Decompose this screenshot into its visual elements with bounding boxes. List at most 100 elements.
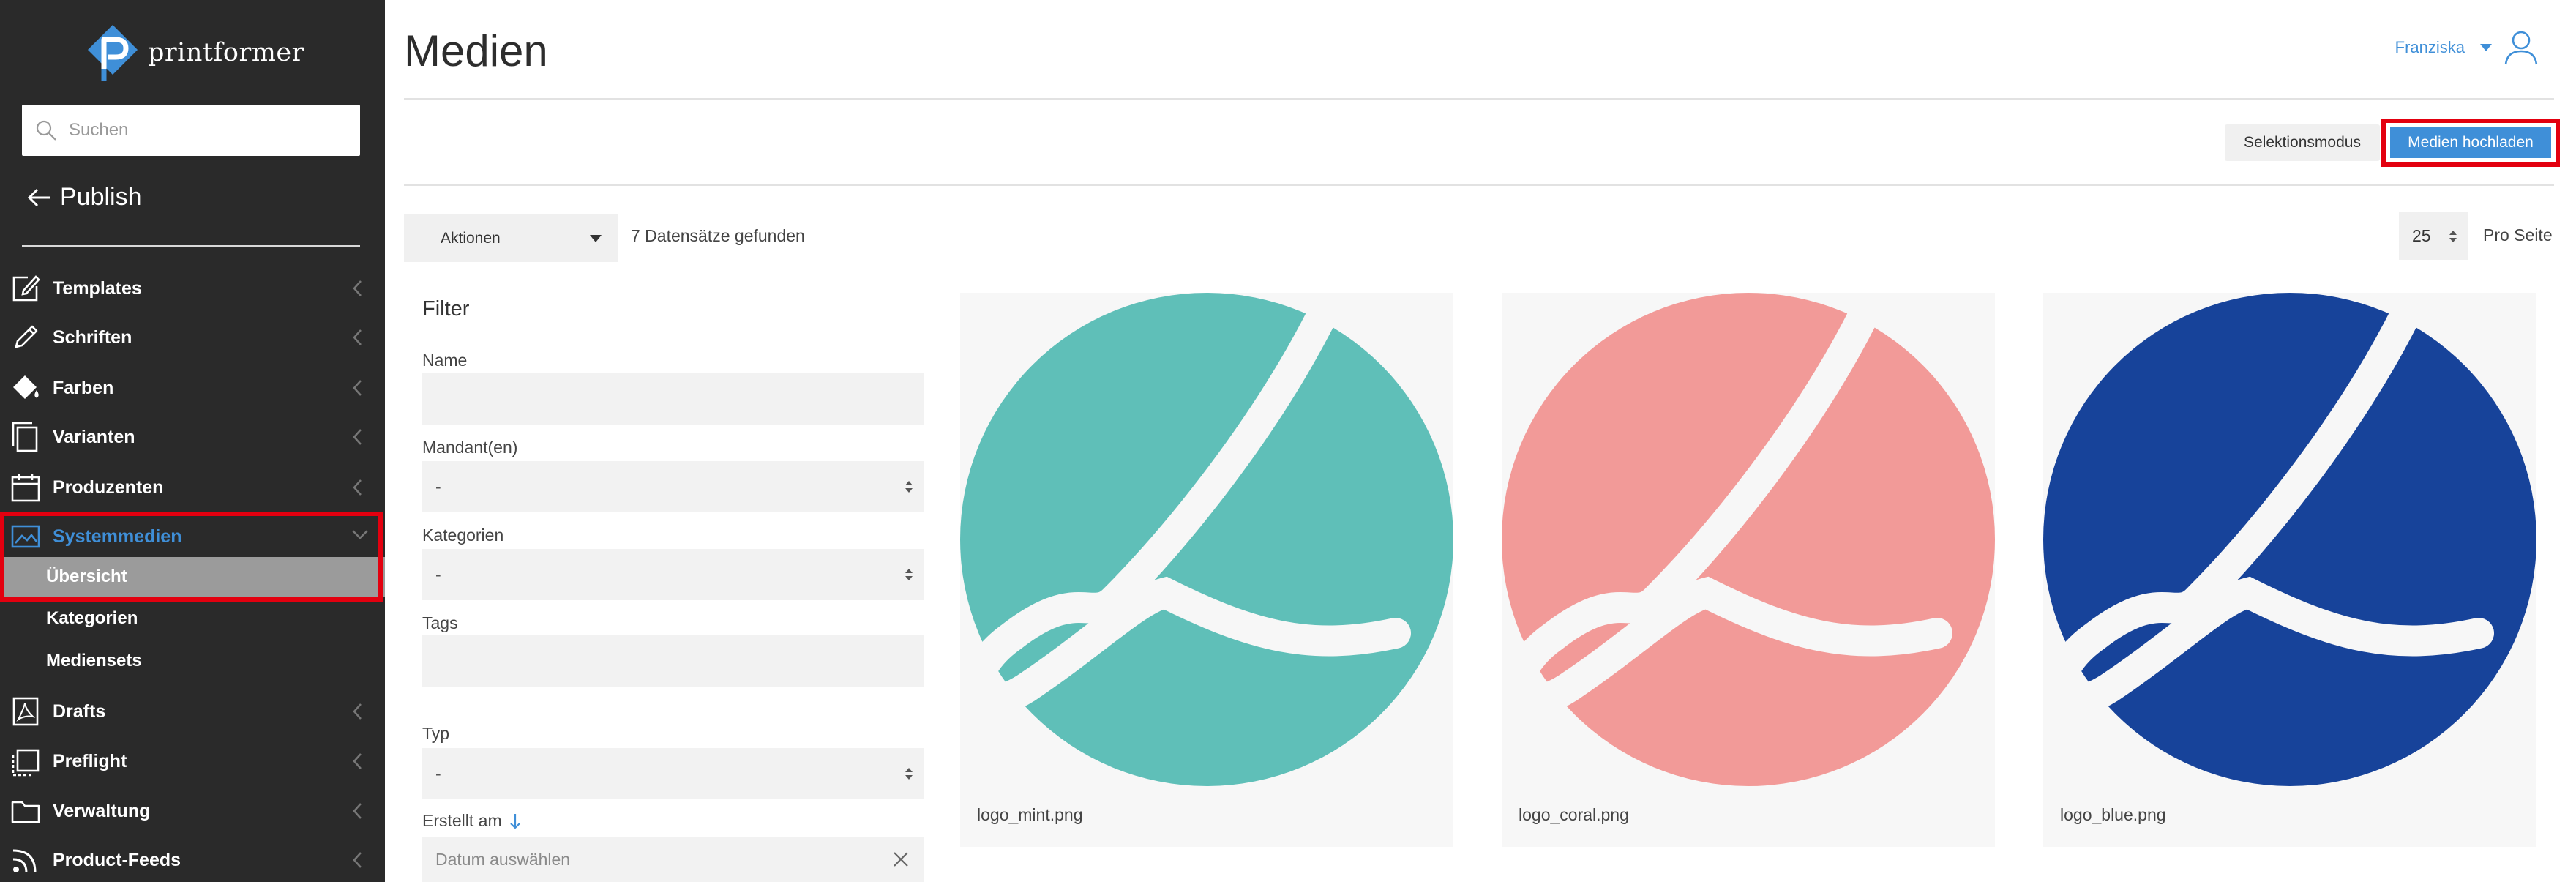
folder-icon [11, 801, 40, 823]
crop-icon [12, 749, 40, 777]
typ-value: - [435, 763, 441, 783]
kategorien-select[interactable]: - [422, 549, 924, 600]
media-card[interactable]: logo_coral.png [1502, 293, 1995, 847]
subitem-label: Übersicht [46, 567, 127, 586]
sidebar-item-product-feeds[interactable]: Product-Feeds [0, 837, 385, 882]
tags-label: Tags [422, 613, 458, 632]
copy-icon [12, 422, 38, 452]
paint-bucket-icon [13, 375, 39, 399]
chevron-left-icon [353, 429, 362, 445]
user-name: Franziska [2395, 38, 2465, 56]
media-card[interactable]: logo_mint.png [960, 293, 1453, 847]
edit-icon [12, 275, 40, 302]
close-icon[interactable] [893, 851, 909, 867]
user-icon [2504, 31, 2538, 65]
calendar-icon [11, 474, 40, 502]
subitem-mediensets[interactable]: Mediensets [0, 641, 385, 681]
sidebar: printformer Publish Templates Schriften [0, 0, 385, 882]
chevron-left-icon [353, 280, 362, 296]
logo-circle [2043, 293, 2536, 786]
chevron-left-icon [353, 753, 362, 769]
name-label: Name [422, 351, 468, 370]
sidebar-item-systemmedien[interactable]: Systemmedien [0, 513, 385, 560]
sidebar-item-label: Product-Feeds [53, 849, 181, 870]
caret-down-icon [2480, 44, 2492, 51]
filter-title: Filter [422, 297, 470, 321]
sidebar-item-preflight[interactable]: Preflight [0, 738, 385, 785]
select-arrows-icon [905, 481, 913, 493]
caret-down-icon [590, 235, 602, 242]
select-arrows-icon [2449, 231, 2457, 242]
mandant-select[interactable]: - [422, 461, 924, 512]
sidebar-item-farben[interactable]: Farben [0, 365, 385, 411]
mandant-label: Mandant(en) [422, 438, 518, 457]
actions-select[interactable]: Aktionen [404, 214, 618, 262]
selection-mode-button[interactable]: Selektionsmodus [2225, 124, 2380, 161]
kategorien-label: Kategorien [422, 526, 504, 545]
sidebar-item-templates[interactable]: Templates [0, 265, 385, 312]
toolbar-divider [404, 184, 2554, 186]
user-menu[interactable]: Franziska [2395, 29, 2539, 66]
pencil-icon [15, 325, 38, 348]
arrow-down-icon [509, 813, 520, 829]
sidebar-item-label: Systemmedien [53, 526, 182, 547]
chevron-left-icon [353, 380, 362, 396]
sidebar-item-label: Farben [53, 377, 114, 398]
search-box[interactable] [22, 105, 360, 156]
sidebar-item-drafts[interactable]: Drafts [0, 688, 385, 735]
media-thumbnail [960, 293, 1453, 786]
sidebar-item-label: Varianten [53, 426, 135, 447]
app-logo[interactable]: printformer [86, 23, 304, 82]
sidebar-divider [22, 245, 360, 247]
back-publish-link[interactable]: Publish [26, 183, 142, 212]
result-count: 7 Datensätze gefunden [631, 226, 805, 245]
tags-input[interactable] [422, 635, 924, 687]
date-field[interactable] [422, 837, 924, 882]
select-arrows-icon [905, 569, 913, 580]
sidebar-item-label: Verwaltung [53, 800, 151, 821]
subitem-label: Kategorien [46, 608, 138, 628]
media-filename: logo_coral.png [1519, 805, 1629, 824]
media-thumbnail [1502, 293, 1995, 786]
sidebar-item-varianten[interactable]: Varianten [0, 414, 385, 460]
pdf-icon [12, 697, 39, 726]
kategorien-value: - [435, 564, 441, 584]
select-arrows-icon [905, 768, 913, 780]
media-filename: logo_mint.png [977, 805, 1083, 824]
sidebar-item-label: Produzenten [53, 476, 164, 498]
typ-select[interactable]: - [422, 748, 924, 799]
image-icon [11, 525, 40, 548]
subitem-uebersicht[interactable]: Übersicht [0, 557, 385, 597]
media-thumbnail [2043, 293, 2536, 786]
chevron-left-icon [353, 703, 362, 720]
logo-circle [1502, 293, 1995, 786]
sidebar-item-label: Drafts [53, 700, 106, 722]
chevron-down-icon [352, 530, 368, 539]
chevron-left-icon [353, 803, 362, 819]
page-title: Medien [404, 26, 548, 75]
rss-icon [12, 849, 37, 873]
upload-media-button[interactable]: Medien hochladen [2387, 124, 2554, 161]
created-label: Erstellt am [422, 811, 502, 830]
per-page-value: 25 [2412, 226, 2431, 245]
sidebar-item-label: Schriften [53, 326, 132, 348]
sidebar-item-label: Preflight [53, 750, 127, 771]
printformer-logo-icon [88, 25, 138, 81]
sidebar-item-verwaltung[interactable]: Verwaltung [0, 788, 385, 834]
media-card[interactable]: logo_blue.png [2043, 293, 2536, 847]
media-filename: logo_blue.png [2060, 805, 2166, 824]
sidebar-item-label: Templates [53, 277, 142, 299]
mandant-value: - [435, 476, 441, 496]
subitem-kategorien[interactable]: Kategorien [0, 599, 385, 638]
logo-circle [960, 293, 1453, 786]
chevron-left-icon [353, 852, 362, 868]
search-input[interactable] [67, 119, 348, 141]
date-input[interactable] [434, 848, 847, 870]
per-page-select[interactable]: 25 [2399, 212, 2468, 260]
name-input[interactable] [422, 373, 924, 425]
created-sort-header[interactable]: Erstellt am [422, 811, 521, 831]
sidebar-item-produzenten[interactable]: Produzenten [0, 464, 385, 511]
chevron-left-icon [353, 479, 362, 496]
sidebar-item-schriften[interactable]: Schriften [0, 314, 385, 361]
typ-label: Typ [422, 724, 450, 743]
